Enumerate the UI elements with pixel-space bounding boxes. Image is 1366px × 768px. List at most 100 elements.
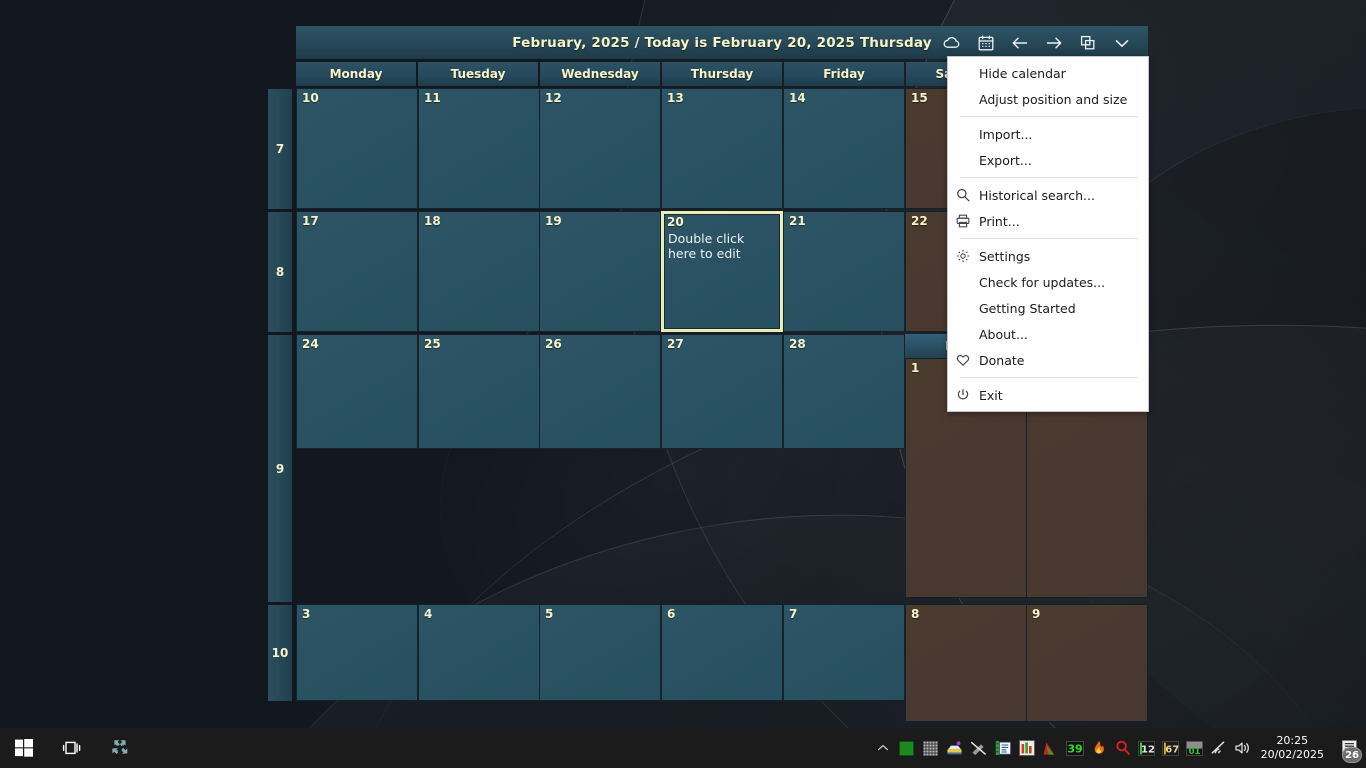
calendar-day-cell[interactable]: 10 (296, 88, 418, 209)
menu-item-historical-search[interactable]: Historical search... (948, 182, 1148, 208)
tray-box-icon[interactable] (943, 728, 967, 768)
wifi-icon[interactable] (1207, 728, 1231, 768)
chevron-up-icon[interactable] (871, 728, 895, 768)
menu-item-label: Historical search... (979, 187, 1095, 203)
chevron-down-icon[interactable] (1112, 33, 1132, 53)
week-number-rail: 7 8 9 10 (268, 88, 292, 703)
counter-01-icon[interactable]: 01 (1183, 728, 1207, 768)
flame-icon[interactable] (1087, 728, 1111, 768)
calendar-day-cell[interactable]: 9 (1026, 604, 1148, 722)
menu-item-label: Check for updates... (979, 274, 1106, 290)
calendar-day-cell[interactable]: 25 (418, 334, 540, 449)
day-number: 13 (667, 91, 684, 105)
calendar-day-cell[interactable]: 28 (783, 334, 905, 449)
printer-icon (956, 213, 978, 229)
volume-icon[interactable] (1231, 728, 1255, 768)
heart-icon (956, 352, 978, 368)
menu-separator (960, 238, 1138, 239)
menu-item-exit[interactable]: Exit (948, 382, 1148, 408)
week-number: 10 (268, 605, 292, 701)
menu-item-adjust-position-and-size[interactable]: Adjust position and size (948, 86, 1148, 112)
calendar-day-cell[interactable]: 14 (783, 88, 905, 209)
calendar-day-cell[interactable]: 19 (539, 211, 661, 332)
calendar-day-cell[interactable]: 6 (661, 604, 783, 701)
menu-separator (960, 377, 1138, 378)
week-number: 8 (268, 212, 292, 332)
day-number: 22 (911, 214, 928, 228)
green-square-icon[interactable] (895, 728, 919, 768)
calendar-day-cell[interactable]: 12 (539, 88, 661, 209)
start-icon[interactable] (0, 728, 48, 768)
day-number: 1 (911, 361, 920, 375)
day-number: 6 (667, 607, 676, 621)
red-triangle-icon[interactable] (1039, 728, 1063, 768)
menu-separator (960, 116, 1138, 117)
notes-icon[interactable] (991, 728, 1015, 768)
calendar-day-cell[interactable]: 3 (296, 604, 418, 701)
day-number: 3 (302, 607, 311, 621)
day-number: 27 (667, 337, 684, 351)
calendar-day-cell[interactable]: 26 (539, 334, 661, 449)
back-arrow-icon[interactable] (1010, 33, 1030, 53)
menu-item-label: Export... (979, 152, 1032, 168)
magnifier-icon[interactable] (1111, 728, 1135, 768)
day-number: 19 (545, 214, 562, 228)
calendar-day-cell[interactable]: 24 (296, 334, 418, 449)
day-number: 8 (911, 607, 920, 621)
counter-39-icon[interactable]: 39 (1063, 728, 1087, 768)
calendar-day-cell[interactable]: 13 (661, 88, 783, 209)
clock-date: 20/02/2025 (1260, 748, 1324, 761)
day-name-header: Tuesday (418, 62, 538, 86)
titlebar-icon-group (942, 26, 1140, 59)
day-number: 24 (302, 337, 319, 351)
menu-item-import[interactable]: Import... (948, 121, 1148, 147)
taskbar-clock[interactable]: 20:25 20/02/2025 (1255, 734, 1334, 762)
bar-chart-icon[interactable] (1015, 728, 1039, 768)
calendar-day-cell[interactable]: 5 (539, 604, 661, 701)
sync-arrows-icon[interactable] (96, 728, 144, 768)
disabled-pen-icon[interactable] (967, 728, 991, 768)
calendar-day-cell[interactable]: 8 (905, 604, 1027, 722)
menu-item-hide-calendar[interactable]: Hide calendar (948, 60, 1148, 86)
notification-icon[interactable]: 26 (1334, 728, 1364, 768)
grid-pattern-icon[interactable] (919, 728, 943, 768)
menu-item-export[interactable]: Export... (948, 147, 1148, 173)
day-number: 25 (424, 337, 441, 351)
day-number: 9 (1032, 607, 1041, 621)
calendar-icon[interactable] (976, 33, 996, 53)
cloud-icon[interactable] (942, 33, 962, 53)
menu-item-label: Donate (979, 352, 1025, 368)
menu-item-label: Hide calendar (979, 65, 1066, 81)
calendar-day-cell[interactable]: 27 (661, 334, 783, 449)
menu-item-print[interactable]: Print... (948, 208, 1148, 234)
menu-item-donate[interactable]: Donate (948, 347, 1148, 373)
calendar-day-cell[interactable]: 18 (418, 211, 540, 332)
power-icon (956, 387, 978, 403)
system-tray[interactable]: 39 12 67 01 20:25 20/02/2025 26 (871, 728, 1366, 768)
menu-item-getting-started[interactable]: Getting Started (948, 295, 1148, 321)
counter-67-icon[interactable]: 67 (1159, 728, 1183, 768)
svg-text:39: 39 (1067, 742, 1082, 755)
windows-taskbar[interactable]: 39 12 67 01 20:25 20/02/2025 26 (0, 728, 1366, 768)
calendar-day-cell[interactable]: 7 (783, 604, 905, 701)
day-number: 18 (424, 214, 441, 228)
menu-item-label: Import... (979, 126, 1033, 142)
calendar-context-menu[interactable]: Hide calendar Adjust position and size Imp… (947, 56, 1149, 412)
menu-item-about[interactable]: About... (948, 321, 1148, 347)
calendar-day-cell[interactable]: 4 (418, 604, 540, 701)
calendar-day-cell[interactable]: 17 (296, 211, 418, 332)
svg-text:01: 01 (1189, 747, 1201, 756)
menu-item-label: Adjust position and size (979, 91, 1128, 107)
menu-item-check-for-updates[interactable]: Check for updates... (948, 269, 1148, 295)
menu-item-settings[interactable]: Settings (948, 243, 1148, 269)
restore-window-icon[interactable] (1078, 33, 1098, 53)
day-name-header: Thursday (662, 62, 782, 86)
gear-icon (956, 248, 978, 264)
counter-12-icon[interactable]: 12 (1135, 728, 1159, 768)
calendar-day-cell[interactable]: 21 (783, 211, 905, 332)
menu-item-label: Print... (979, 213, 1020, 229)
calendar-day-cell-today[interactable]: 20 Double click here to edit (661, 211, 783, 332)
forward-arrow-icon[interactable] (1044, 33, 1064, 53)
calendar-day-cell[interactable]: 11 (418, 88, 540, 209)
task-view-icon[interactable] (48, 728, 96, 768)
